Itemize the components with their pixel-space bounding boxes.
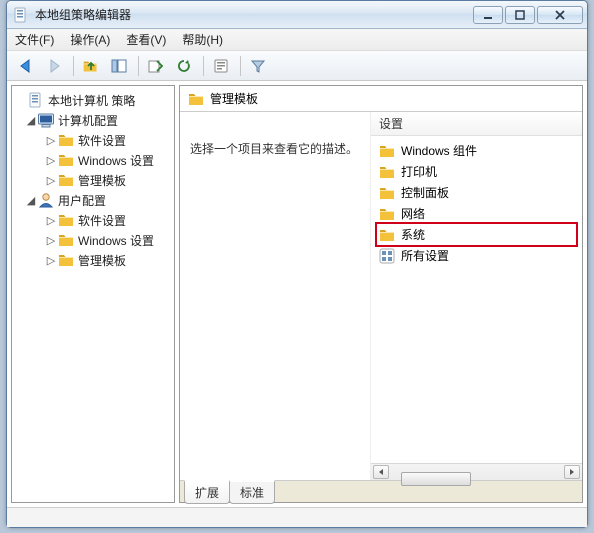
expand-icon[interactable]: ▷: [44, 154, 58, 167]
scroll-thumb[interactable]: [401, 472, 471, 486]
toolbar: [7, 51, 587, 81]
folder-icon: [58, 132, 74, 148]
tree-user-config[interactable]: ◢ 用户配置: [14, 190, 172, 210]
window-title: 本地组策略编辑器: [35, 6, 473, 23]
expand-icon[interactable]: ▷: [44, 214, 58, 227]
tree-software-settings-user[interactable]: ▷ 软件设置: [14, 210, 172, 230]
tree-software-settings[interactable]: ▷ 软件设置: [14, 130, 172, 150]
folder-icon: [379, 227, 395, 243]
expand-icon[interactable]: ▷: [44, 234, 58, 247]
details-tabs: 扩展 标准: [180, 480, 582, 502]
close-button[interactable]: [537, 6, 583, 24]
scroll-right-button[interactable]: [564, 465, 580, 479]
filter-button[interactable]: [245, 54, 271, 78]
tab-standard[interactable]: 标准: [229, 480, 275, 504]
tree-label: 管理模板: [78, 252, 126, 269]
item-label: 所有设置: [401, 247, 449, 264]
tab-extended[interactable]: 扩展: [184, 480, 230, 504]
folder-icon: [58, 252, 74, 268]
tree-label: Windows 设置: [78, 152, 154, 169]
expand-icon[interactable]: ▷: [44, 254, 58, 267]
menu-help[interactable]: 帮助(H): [182, 31, 223, 48]
details-pane: 管理模板 选择一个项目来查看它的描述。 设置 Windows 组件: [179, 85, 583, 503]
tree-admin-templates-user[interactable]: ▷ 管理模板: [14, 250, 172, 270]
menu-file[interactable]: 文件(F): [15, 31, 54, 48]
all-settings-icon: [379, 248, 395, 264]
minimize-button[interactable]: [473, 6, 503, 24]
title-bar[interactable]: 本地组策略编辑器: [7, 1, 587, 29]
forward-button[interactable]: [41, 54, 67, 78]
folder-icon: [58, 152, 74, 168]
maximize-button[interactable]: [505, 6, 535, 24]
item-system[interactable]: 系统: [377, 224, 576, 245]
description-area: 选择一个项目来查看它的描述。: [180, 112, 370, 480]
item-network[interactable]: 网络: [377, 203, 576, 224]
tree-label: 软件设置: [78, 212, 126, 229]
user-icon: [38, 192, 54, 208]
computer-icon: [38, 112, 54, 128]
tree-label: 用户配置: [58, 192, 106, 209]
tree-label: Windows 设置: [78, 232, 154, 249]
details-header: 管理模板: [180, 86, 582, 112]
item-all-settings[interactable]: 所有设置: [377, 245, 576, 266]
status-bar: [7, 507, 587, 527]
horizontal-scrollbar[interactable]: [371, 463, 582, 480]
tree-root[interactable]: 本地计算机 策略: [14, 90, 172, 110]
folder-icon: [379, 143, 395, 159]
tree-label: 软件设置: [78, 132, 126, 149]
toolbar-separator: [203, 56, 204, 76]
item-printers[interactable]: 打印机: [377, 161, 576, 182]
menu-bar: 文件(F) 操作(A) 查看(V) 帮助(H): [7, 29, 587, 51]
properties-button[interactable]: [208, 54, 234, 78]
tree-windows-settings[interactable]: ▷ Windows 设置: [14, 150, 172, 170]
app-window: 本地组策略编辑器 文件(F) 操作(A) 查看(V) 帮助(H): [6, 0, 588, 528]
folder-icon: [58, 172, 74, 188]
expand-icon[interactable]: ▷: [44, 174, 58, 187]
back-button[interactable]: [13, 54, 39, 78]
folder-icon: [379, 185, 395, 201]
collapse-icon[interactable]: ◢: [24, 114, 38, 127]
menu-view[interactable]: 查看(V): [126, 31, 166, 48]
item-label: 控制面板: [401, 184, 449, 201]
policy-root-icon: [28, 92, 44, 108]
folder-icon: [58, 232, 74, 248]
menu-action[interactable]: 操作(A): [70, 31, 110, 48]
up-level-button[interactable]: [78, 54, 104, 78]
tree-windows-settings-user[interactable]: ▷ Windows 设置: [14, 230, 172, 250]
item-label: 系统: [401, 226, 425, 243]
item-label: 网络: [401, 205, 425, 222]
tree-admin-templates[interactable]: ▷ 管理模板: [14, 170, 172, 190]
toolbar-separator: [73, 56, 74, 76]
folder-icon: [58, 212, 74, 228]
settings-list: 设置 Windows 组件 打印机 控制面板: [370, 112, 582, 480]
expand-icon[interactable]: ▷: [44, 134, 58, 147]
item-control-panel[interactable]: 控制面板: [377, 182, 576, 203]
folder-icon: [379, 206, 395, 222]
column-label: 设置: [379, 115, 403, 132]
toolbar-separator: [240, 56, 241, 76]
details-title: 管理模板: [210, 90, 258, 107]
toolbar-separator: [138, 56, 139, 76]
tree-computer-config[interactable]: ◢ 计算机配置: [14, 110, 172, 130]
tree-label: 管理模板: [78, 172, 126, 189]
refresh-button[interactable]: [171, 54, 197, 78]
column-header-settings[interactable]: 设置: [371, 112, 582, 136]
collapse-icon[interactable]: ◢: [24, 194, 38, 207]
tree-label: 本地计算机 策略: [48, 92, 135, 109]
tree-label: 计算机配置: [58, 112, 118, 129]
item-label: 打印机: [401, 163, 437, 180]
client-area: 本地计算机 策略 ◢ 计算机配置 ▷ 软件设置 ▷ Windows 设置: [7, 81, 587, 507]
folder-icon: [379, 164, 395, 180]
item-label: Windows 组件: [401, 142, 477, 159]
show-hide-tree-button[interactable]: [106, 54, 132, 78]
tree-pane[interactable]: 本地计算机 策略 ◢ 计算机配置 ▷ 软件设置 ▷ Windows 设置: [11, 85, 175, 503]
scroll-left-button[interactable]: [373, 465, 389, 479]
item-windows-components[interactable]: Windows 组件: [377, 140, 576, 161]
folder-icon: [188, 91, 204, 107]
app-icon: [13, 7, 29, 23]
export-button[interactable]: [143, 54, 169, 78]
description-text: 选择一个项目来查看它的描述。: [190, 142, 358, 156]
